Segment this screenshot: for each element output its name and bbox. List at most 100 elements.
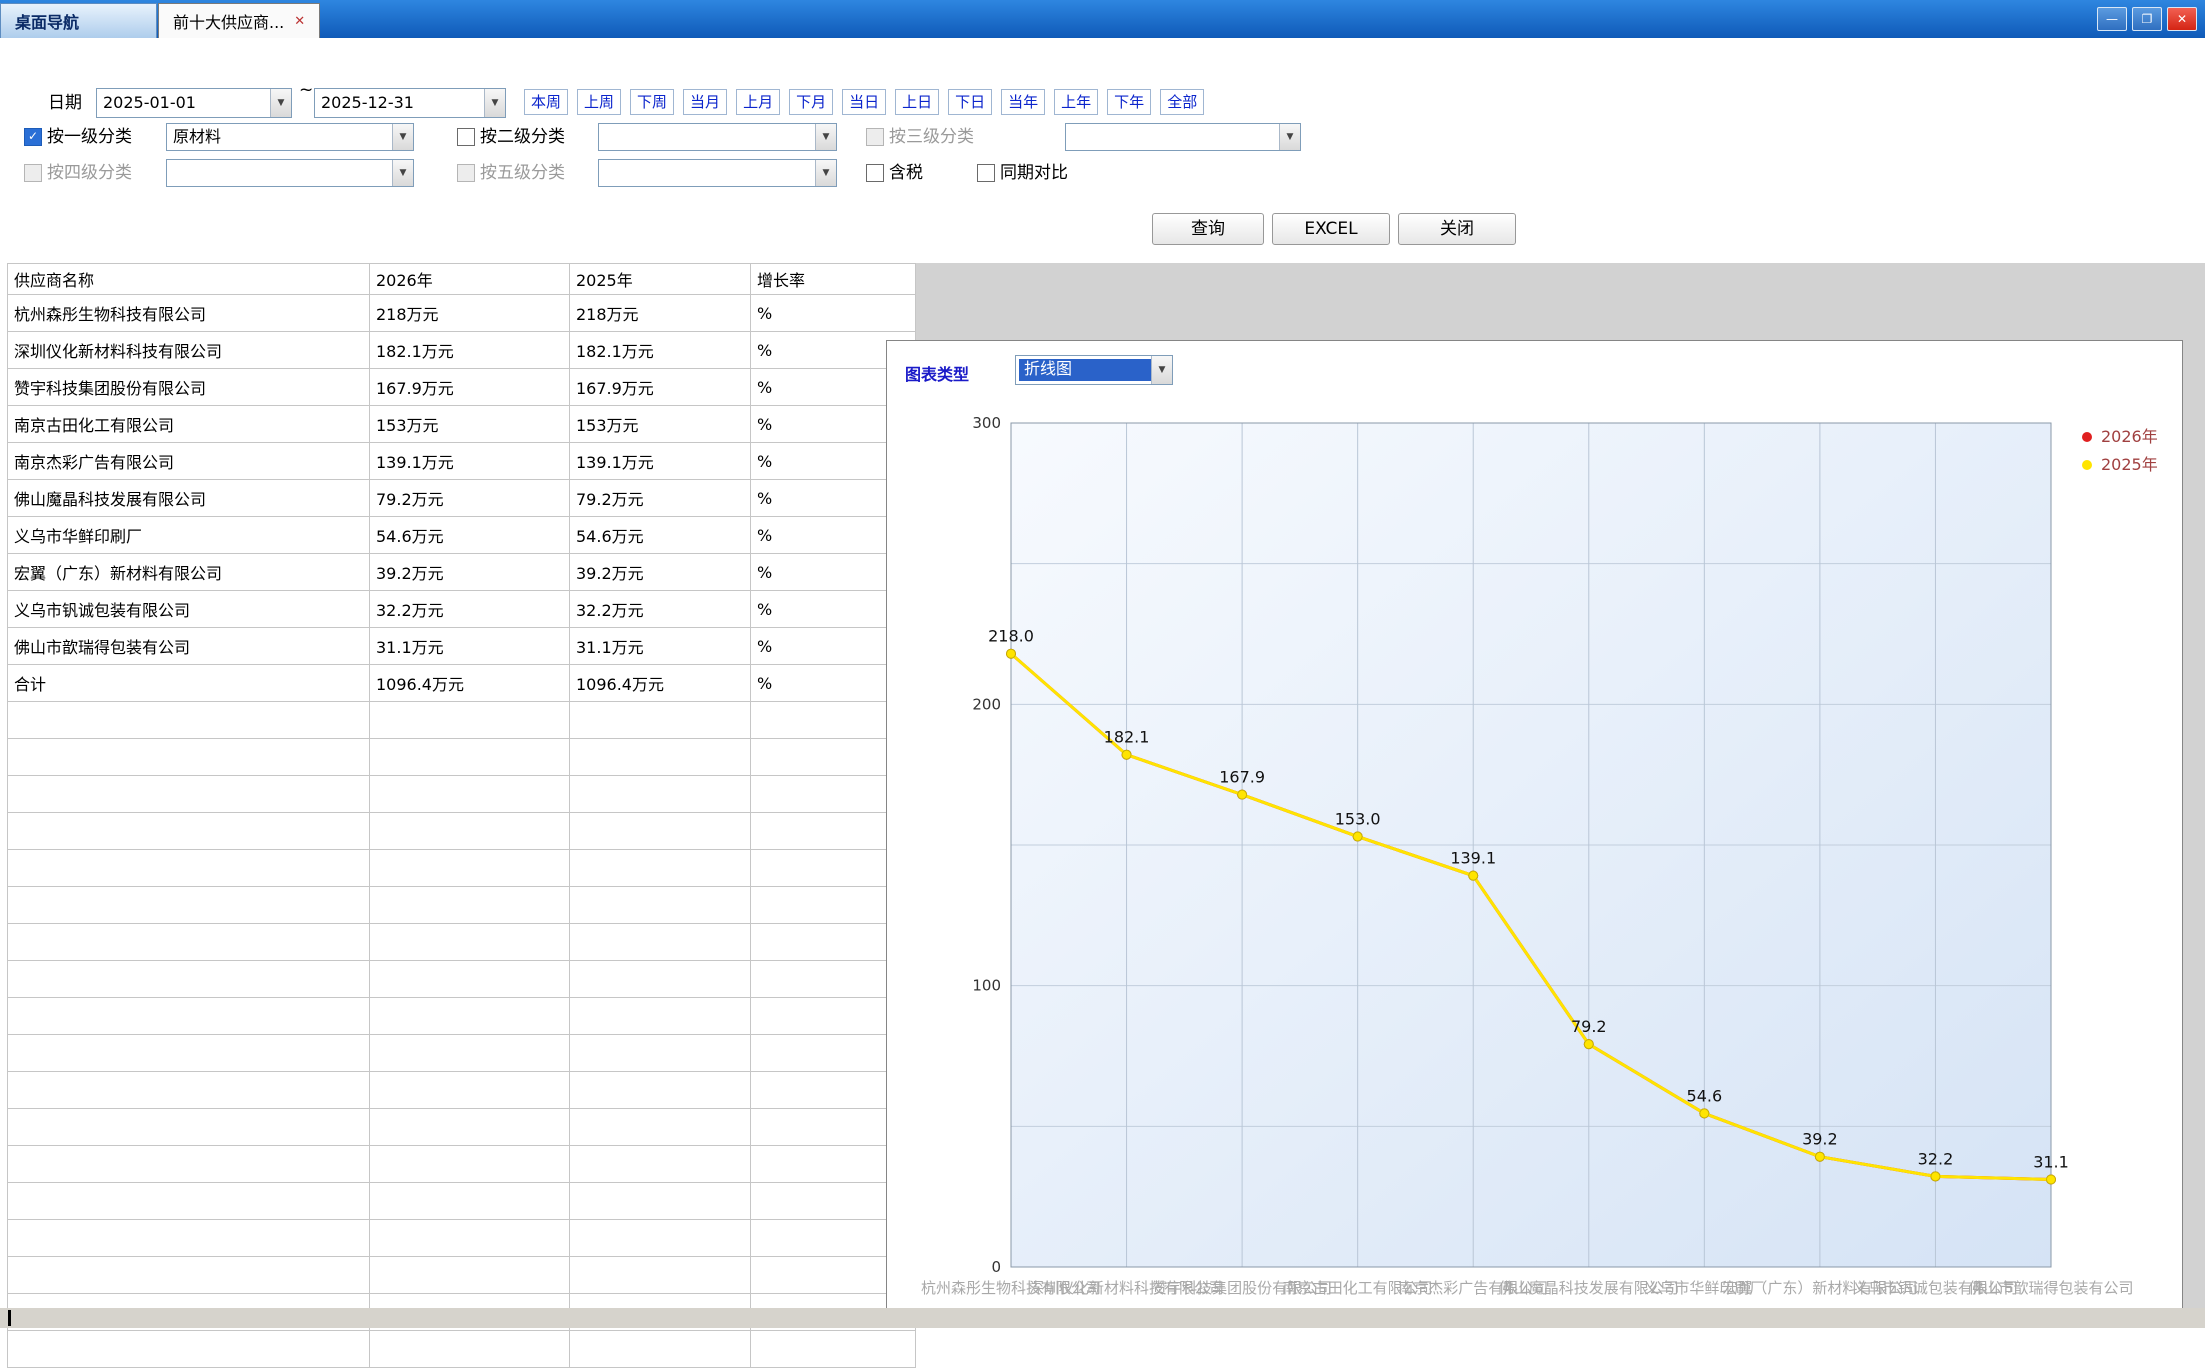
level1-category-select[interactable]: 原材料 ▼ [166, 123, 414, 151]
excel-export-button[interactable]: EXCEL [1272, 213, 1390, 245]
tab-close-icon[interactable]: ✕ [294, 15, 305, 28]
check-icon: ✓ [870, 165, 880, 179]
date-to-input[interactable]: 2025-12-31 ▼ [314, 88, 506, 118]
close-button[interactable]: 关闭 [1398, 213, 1516, 245]
tab-top-suppliers[interactable]: 前十大供应商... ✕ [158, 3, 320, 38]
quick-range-button-6[interactable]: 当日 [842, 89, 886, 115]
table-empty-row [8, 998, 916, 1035]
quick-range-button-4[interactable]: 上月 [736, 89, 780, 115]
quick-range-button-10[interactable]: 上年 [1054, 89, 1098, 115]
quick-range-button-1[interactable]: 上周 [577, 89, 621, 115]
table-cell: 31.1万元 [570, 628, 751, 665]
table-cell [370, 1146, 570, 1183]
table-cell [370, 1035, 570, 1072]
quick-range-button-7[interactable]: 上日 [895, 89, 939, 115]
level5-category-dropdown-button[interactable]: ▼ [815, 160, 836, 186]
table-cell: 佛山市歆瑞得包装有公司 [8, 628, 370, 665]
table-empty-row [8, 1146, 916, 1183]
table-empty-row [8, 961, 916, 998]
checkbox-level4-category[interactable]: ✓ [24, 164, 42, 182]
quick-range-button-2[interactable]: 下周 [630, 89, 674, 115]
table-cell [8, 1331, 370, 1368]
level1-category-dropdown-button[interactable]: ▼ [392, 124, 413, 150]
table-empty-row [8, 776, 916, 813]
column-header-supplier[interactable]: 供应商名称 [8, 264, 370, 295]
svg-text:167.9: 167.9 [1219, 768, 1265, 787]
level4-category-label: 按四级分类 [47, 158, 132, 188]
date-from-dropdown-button[interactable]: ▼ [270, 89, 291, 117]
quick-range-button-11[interactable]: 下年 [1107, 89, 1151, 115]
quick-range-button-0[interactable]: 本周 [524, 89, 568, 115]
table-cell: 153万元 [570, 406, 751, 443]
checkbox-level5-category[interactable]: ✓ [457, 164, 475, 182]
quick-range-button-9[interactable]: 当年 [1001, 89, 1045, 115]
table-row[interactable]: 南京古田化工有限公司153万元153万元% [8, 406, 916, 443]
minimize-icon: — [2106, 12, 2118, 26]
tab-top-suppliers-label: 前十大供应商... [173, 9, 284, 33]
checkbox-period-compare[interactable]: ✓ [977, 164, 995, 182]
level2-category-select[interactable]: ▼ [598, 123, 837, 151]
chevron-down-icon: ▼ [278, 98, 285, 108]
table-cell [370, 1183, 570, 1220]
titlebar: 桌面导航 前十大供应商... ✕ — ❐ ✕ [0, 0, 2205, 38]
table-empty-row [8, 1331, 916, 1368]
level5-category-select[interactable]: ▼ [598, 159, 837, 187]
level4-category-dropdown-button[interactable]: ▼ [392, 160, 413, 186]
table-cell [370, 776, 570, 813]
quick-range-button-12[interactable]: 全部 [1160, 89, 1204, 115]
table-cell: 139.1万元 [370, 443, 570, 480]
level2-category-label: 按二级分类 [480, 122, 565, 152]
column-header-2025[interactable]: 2025年 [570, 264, 751, 295]
table-row[interactable]: 赞宇科技集团股份有限公司167.9万元167.9万元% [8, 369, 916, 406]
window-close-button[interactable]: ✕ [2167, 7, 2197, 31]
table-cell [370, 1220, 570, 1257]
maximize-button[interactable]: ❐ [2132, 7, 2162, 31]
svg-text:31.1: 31.1 [2033, 1153, 2069, 1172]
table-cell: 宏翼（广东）新材料有限公司 [8, 554, 370, 591]
level4-category-select[interactable]: ▼ [166, 159, 414, 187]
svg-text:54.6: 54.6 [1687, 1086, 1723, 1105]
date-from-input[interactable]: 2025-01-01 ▼ [96, 88, 292, 118]
checkbox-tax-included[interactable]: ✓ [866, 164, 884, 182]
table-cell [370, 1072, 570, 1109]
date-from-value: 2025-01-01 [97, 89, 270, 117]
quick-range-button-8[interactable]: 下日 [948, 89, 992, 115]
quick-range-button-3[interactable]: 当月 [683, 89, 727, 115]
table-empty-row [8, 1220, 916, 1257]
checkbox-level1-category[interactable]: ✓ [24, 128, 42, 146]
level2-category-dropdown-button[interactable]: ▼ [815, 124, 836, 150]
table-row[interactable]: 义乌市华鲜印刷厂54.6万元54.6万元% [8, 517, 916, 554]
svg-text:2025年: 2025年 [2101, 455, 2158, 474]
table-cell [8, 1072, 370, 1109]
level3-category-dropdown-button[interactable]: ▼ [1279, 124, 1300, 150]
table-row[interactable]: 杭州森彤生物科技有限公司218万元218万元% [8, 295, 916, 332]
minimize-button[interactable]: — [2097, 7, 2127, 31]
level3-category-select[interactable]: ▼ [1065, 123, 1301, 151]
column-header-2026[interactable]: 2026年 [370, 264, 570, 295]
table-cell [8, 1220, 370, 1257]
table-total-row[interactable]: 合计1096.4万元1096.4万元% [8, 665, 916, 702]
table-row[interactable]: 佛山市歆瑞得包装有公司31.1万元31.1万元% [8, 628, 916, 665]
checkbox-level2-category[interactable]: ✓ [457, 128, 475, 146]
table-cell [570, 1257, 751, 1294]
table-row[interactable]: 宏翼（广东）新材料有限公司39.2万元39.2万元% [8, 554, 916, 591]
table-empty-row [8, 1072, 916, 1109]
table-row[interactable]: 深圳仪化新材料科技有限公司182.1万元182.1万元% [8, 332, 916, 369]
checkbox-level3-category[interactable]: ✓ [866, 128, 884, 146]
table-cell [370, 702, 570, 739]
date-to-dropdown-button[interactable]: ▼ [484, 89, 505, 117]
table-row[interactable]: 佛山魔晶科技发展有限公司79.2万元79.2万元% [8, 480, 916, 517]
quick-range-button-5[interactable]: 下月 [789, 89, 833, 115]
table-cell [8, 1035, 370, 1072]
table-cell [8, 961, 370, 998]
table-cell [570, 850, 751, 887]
query-button[interactable]: 查询 [1152, 213, 1264, 245]
tab-desktop-nav[interactable]: 桌面导航 [0, 3, 157, 38]
chevron-down-icon: ▼ [823, 168, 830, 178]
column-header-growth[interactable]: 增长率 [751, 264, 916, 295]
table-row[interactable]: 义乌市钒诚包装有限公司32.2万元32.2万元% [8, 591, 916, 628]
table-cell [370, 887, 570, 924]
table-row[interactable]: 南京杰彩广告有限公司139.1万元139.1万元% [8, 443, 916, 480]
chart-panel: 图表类型 折线图 ▼ 0100200300杭州森彤生物科技有限公司深圳仪化新材料… [886, 340, 2183, 1311]
table-cell [570, 813, 751, 850]
